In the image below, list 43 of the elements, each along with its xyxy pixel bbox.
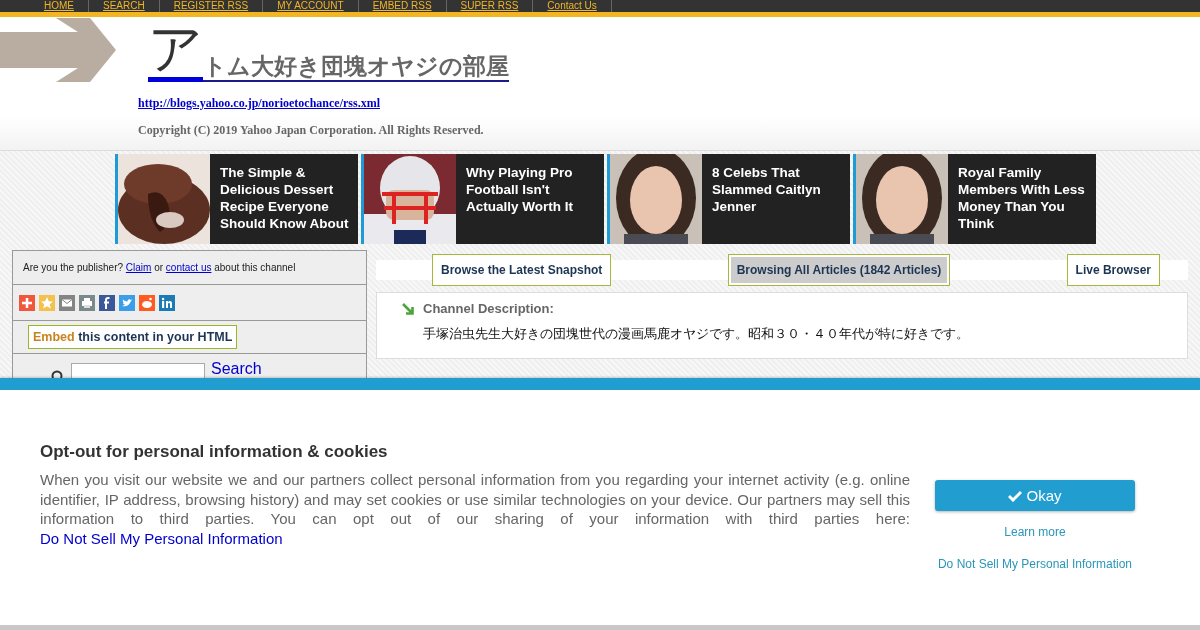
print-icon[interactable] bbox=[79, 294, 95, 311]
ad-card[interactable]: 8 Celebs That Slammed Caitlyn Jenner bbox=[607, 154, 850, 244]
tab[interactable]: Live Browser bbox=[1066, 254, 1160, 286]
ad-card[interactable]: Why Playing Pro Football Isn't Actually Worth It bbox=[361, 154, 604, 244]
email-icon[interactable] bbox=[59, 294, 75, 311]
check-icon bbox=[1008, 489, 1023, 502]
do-not-sell-link[interactable]: Do Not Sell My Personal Information bbox=[937, 557, 1133, 571]
reddit-icon[interactable] bbox=[139, 294, 155, 311]
publisher-text: Are you the publisher? Claim or contact us about this channel bbox=[23, 261, 297, 275]
cookie-title: Opt-out for personal information & cookies bbox=[40, 442, 389, 462]
ad-card[interactable]: The Simple & Delicious Dessert Recipe Everyone Should Know About bbox=[115, 154, 358, 244]
arrow-icon bbox=[401, 301, 415, 316]
ad-card[interactable]: Royal Family Members With Less Money Than You Think bbox=[853, 154, 1096, 244]
tab[interactable]: Browse the Latest Snapshot bbox=[432, 254, 612, 286]
nav-link[interactable]: Contact Us bbox=[533, 0, 612, 12]
nav-link[interactable]: HOME bbox=[30, 0, 89, 12]
nav-link[interactable]: REGISTER RSS bbox=[159, 0, 264, 12]
embed-button[interactable]: Embed this content in your HTML bbox=[28, 325, 238, 349]
nav-link[interactable]: SEARCH bbox=[89, 0, 160, 12]
ad-title: Royal Family Members With Less Money Than You Think bbox=[957, 164, 1086, 233]
nav-link[interactable]: EMBED RSS bbox=[358, 0, 447, 12]
ad-title: Why Playing Pro Football Isn't Actually Worth It bbox=[465, 164, 574, 216]
ad-title: 8 Celebs That Slammed Caitlyn Jenner bbox=[711, 164, 822, 216]
learn-more-link[interactable]: Learn more bbox=[1004, 525, 1066, 539]
linkedin-icon[interactable] bbox=[159, 294, 175, 311]
plus-icon[interactable] bbox=[19, 294, 35, 311]
do-not-sell-link[interactable]: Do Not Sell My Personal Information bbox=[40, 529, 283, 547]
feed-url-link[interactable]: http://blogs.yahoo.co.jp/norioetochance/rss.xml bbox=[138, 96, 509, 111]
contact-link[interactable]: contact us bbox=[165, 262, 212, 273]
search-link[interactable]: Search bbox=[211, 361, 262, 376]
nav-link[interactable]: SUPER RSS bbox=[446, 0, 534, 12]
star-icon[interactable] bbox=[39, 294, 55, 311]
cookie-text: When you visit our website we and our partners collect personal information from you regarding your internet activity (e.g. online identifier, IP address, browsing history) and may set cookies or use similar technologies on your device. Our partners may sell this information to third parties. You can opt out of our sharing of your information with third parties here: Do Not Sell My Personal Information bbox=[40, 470, 910, 548]
tab[interactable]: Browsing All Articles (1842 Articles) bbox=[727, 254, 951, 286]
ad-title: The Simple & Delicious Dessert Recipe Everyone Should Know About bbox=[219, 164, 350, 233]
copyright-text: Copyright (C) 2019 Yahoo Japan Corporation. All Rights Reserved. bbox=[138, 123, 485, 138]
claim-link[interactable]: Claim bbox=[125, 262, 152, 273]
nav-link[interactable]: MY ACCOUNT bbox=[263, 0, 359, 12]
twitter-icon[interactable] bbox=[119, 294, 135, 311]
facebook-icon[interactable] bbox=[99, 294, 115, 311]
description-text: 手塚治虫先生大好きの団塊世代の漫画馬鹿オヤジです。昭和３０・４０年代が特に好きです。 bbox=[423, 326, 970, 343]
description-heading: Channel Description: bbox=[423, 301, 554, 316]
arrow-icon bbox=[0, 18, 116, 82]
